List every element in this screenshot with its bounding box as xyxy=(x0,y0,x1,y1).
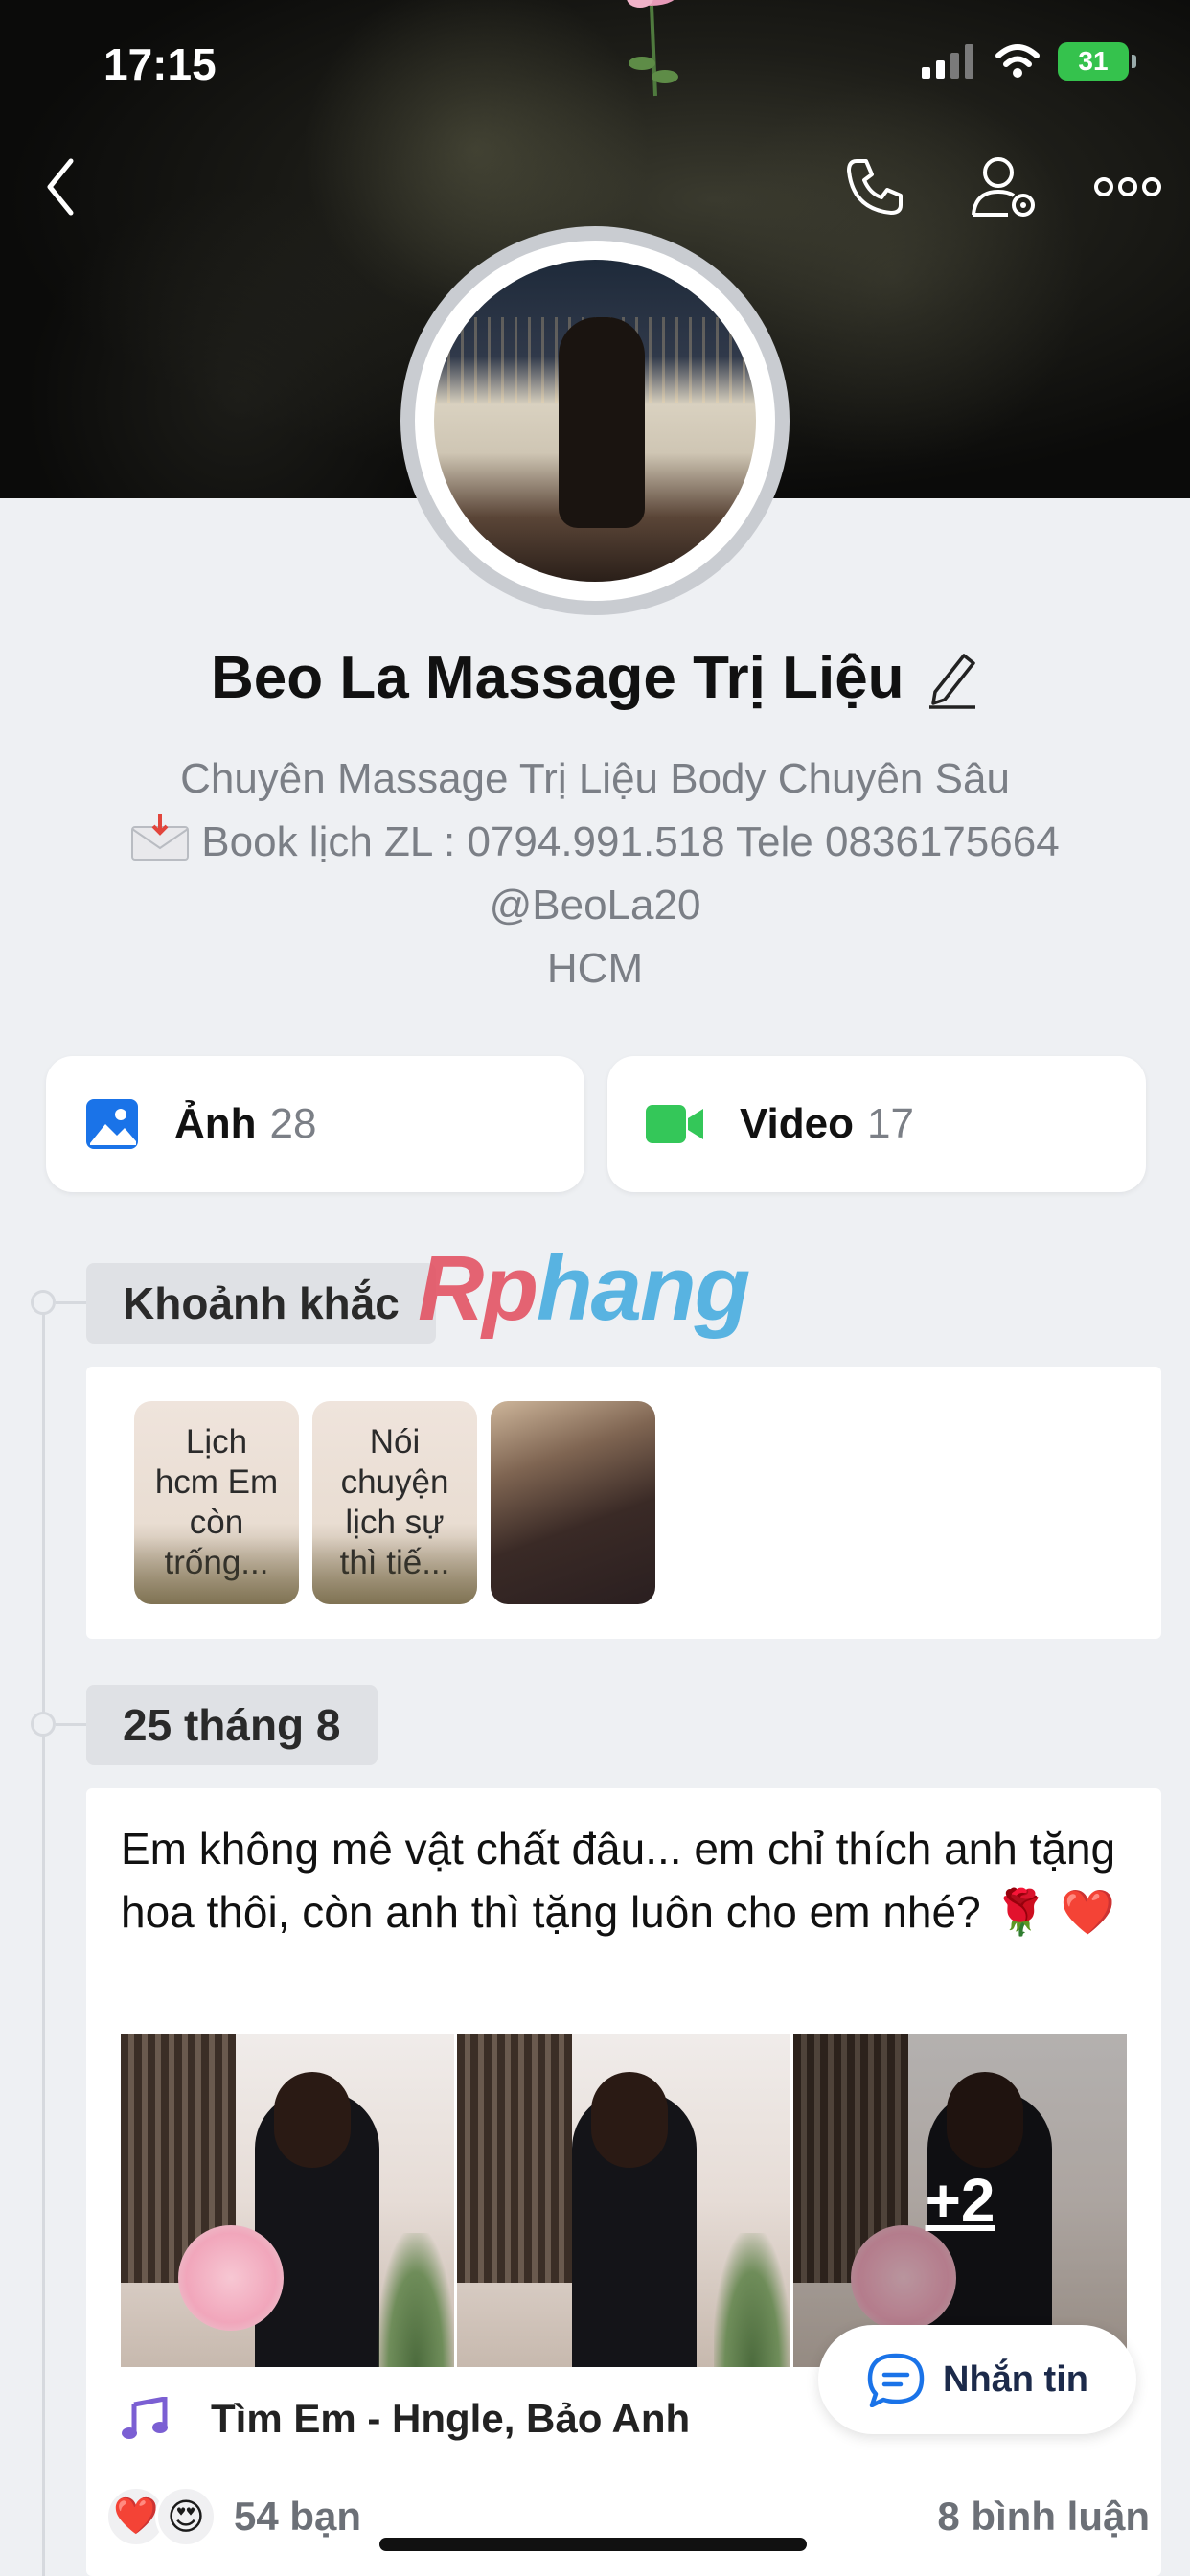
photo-plant xyxy=(714,2233,790,2367)
videos-count: 17 xyxy=(867,1100,914,1147)
wifi-icon xyxy=(995,44,1040,78)
photo-blinds xyxy=(457,2034,572,2283)
avatar[interactable] xyxy=(434,260,756,582)
signal-icon xyxy=(922,44,973,79)
moment-item-1[interactable]: Lịch hcm Em còn trống... xyxy=(134,1401,299,1604)
music-row[interactable]: Tìm Em - Hngle, Bảo Anh xyxy=(121,2396,690,2442)
moment-item-2[interactable]: Nói chuyện lịch sự thì tiế... xyxy=(312,1401,477,1604)
phone-icon[interactable] xyxy=(843,155,906,218)
post-card[interactable]: Em không mê vật chất đâu... em chỉ thích… xyxy=(86,1788,1161,2576)
envelope-arrow-icon xyxy=(131,814,190,861)
comment-count[interactable]: 8 bình luận xyxy=(937,2494,1150,2540)
edit-pencil-icon[interactable] xyxy=(926,648,979,709)
photos-label: Ảnh xyxy=(174,1100,257,1147)
heart-eyes-reaction-icon[interactable]: 😍 xyxy=(155,2486,217,2547)
post-photo-2[interactable] xyxy=(457,2034,790,2367)
timeline-dot-post xyxy=(31,1712,56,1736)
bio-line-3: @BeoLa20 xyxy=(489,882,701,929)
status-time: 17:15 xyxy=(103,39,217,89)
music-title: Tìm Em - Hngle, Bảo Anh xyxy=(211,2396,691,2441)
photo-bouquet xyxy=(178,2225,284,2331)
moment-shade xyxy=(134,1537,299,1604)
reaction-count[interactable]: 54 bạn xyxy=(234,2494,361,2540)
timeline-line xyxy=(42,1303,45,2576)
profile-name: Beo La Massage Trị Liệu xyxy=(210,645,904,711)
battery-level: 31 xyxy=(1078,46,1109,76)
chat-bubble-icon xyxy=(867,2353,925,2407)
bio-line-4: HCM xyxy=(546,945,644,992)
photo-plant xyxy=(378,2233,454,2367)
videos-button[interactable]: Video 17 xyxy=(607,1056,1146,1192)
moment-shade xyxy=(312,1537,477,1604)
home-indicator xyxy=(379,2538,807,2551)
more-icon[interactable] xyxy=(1094,172,1161,201)
message-button-label: Nhắn tin xyxy=(943,2358,1088,2400)
profile-name-row: Beo La Massage Trị Liệu xyxy=(0,644,1190,712)
music-note-icon xyxy=(122,2397,168,2439)
status-icons: 31 xyxy=(922,42,1136,80)
user-settings-icon[interactable] xyxy=(970,153,1042,222)
bio-line-2: Book lịch ZL : 0794.991.518 Tele 0836175… xyxy=(0,811,1190,874)
back-icon[interactable] xyxy=(42,153,77,220)
watermark-logo: Rphang xyxy=(418,1237,750,1340)
bio-line-1: Chuyên Massage Trị Liệu Body Chuyên Sâu xyxy=(180,755,1010,802)
photos-count: 28 xyxy=(269,1100,317,1147)
bio-line-2-text: Book lịch ZL : 0794.991.518 Tele 0836175… xyxy=(201,818,1060,865)
moments-title: Khoảnh khắc xyxy=(86,1263,436,1344)
profile-bio: Chuyên Massage Trị Liệu Body Chuyên Sâu … xyxy=(0,748,1190,1000)
post-photo-3[interactable]: +2 xyxy=(793,2034,1127,2367)
video-camera-icon xyxy=(646,1105,703,1143)
timeline-branch-post xyxy=(56,1723,88,1726)
avatar-frame xyxy=(415,241,775,601)
moments-card: Lịch hcm Em còn trống... Nói chuyện lịch… xyxy=(86,1367,1161,1639)
avatar-ring[interactable] xyxy=(400,226,790,615)
photo-icon xyxy=(86,1099,138,1149)
more-photos-overlay[interactable]: +2 xyxy=(793,2034,1127,2367)
photo-head xyxy=(274,2072,351,2168)
battery-indicator: 31 xyxy=(1058,42,1136,80)
post-photo-1[interactable] xyxy=(121,2034,454,2367)
timeline-dot-moments xyxy=(31,1290,56,1315)
status-bar: 17:15 31 xyxy=(0,0,1190,125)
videos-label: Video xyxy=(740,1100,855,1147)
photos-button[interactable]: Ảnh 28 xyxy=(46,1056,584,1192)
avatar-figure xyxy=(559,317,645,528)
timeline-branch-moments xyxy=(56,1301,88,1304)
photo-head xyxy=(591,2072,668,2168)
post-date: 25 tháng 8 xyxy=(86,1685,378,1765)
post-text: Em không mê vật chất đâu... em chỉ thích… xyxy=(121,1824,1116,1937)
moment-item-3[interactable] xyxy=(491,1401,655,1604)
message-button[interactable]: Nhắn tin xyxy=(818,2325,1136,2434)
